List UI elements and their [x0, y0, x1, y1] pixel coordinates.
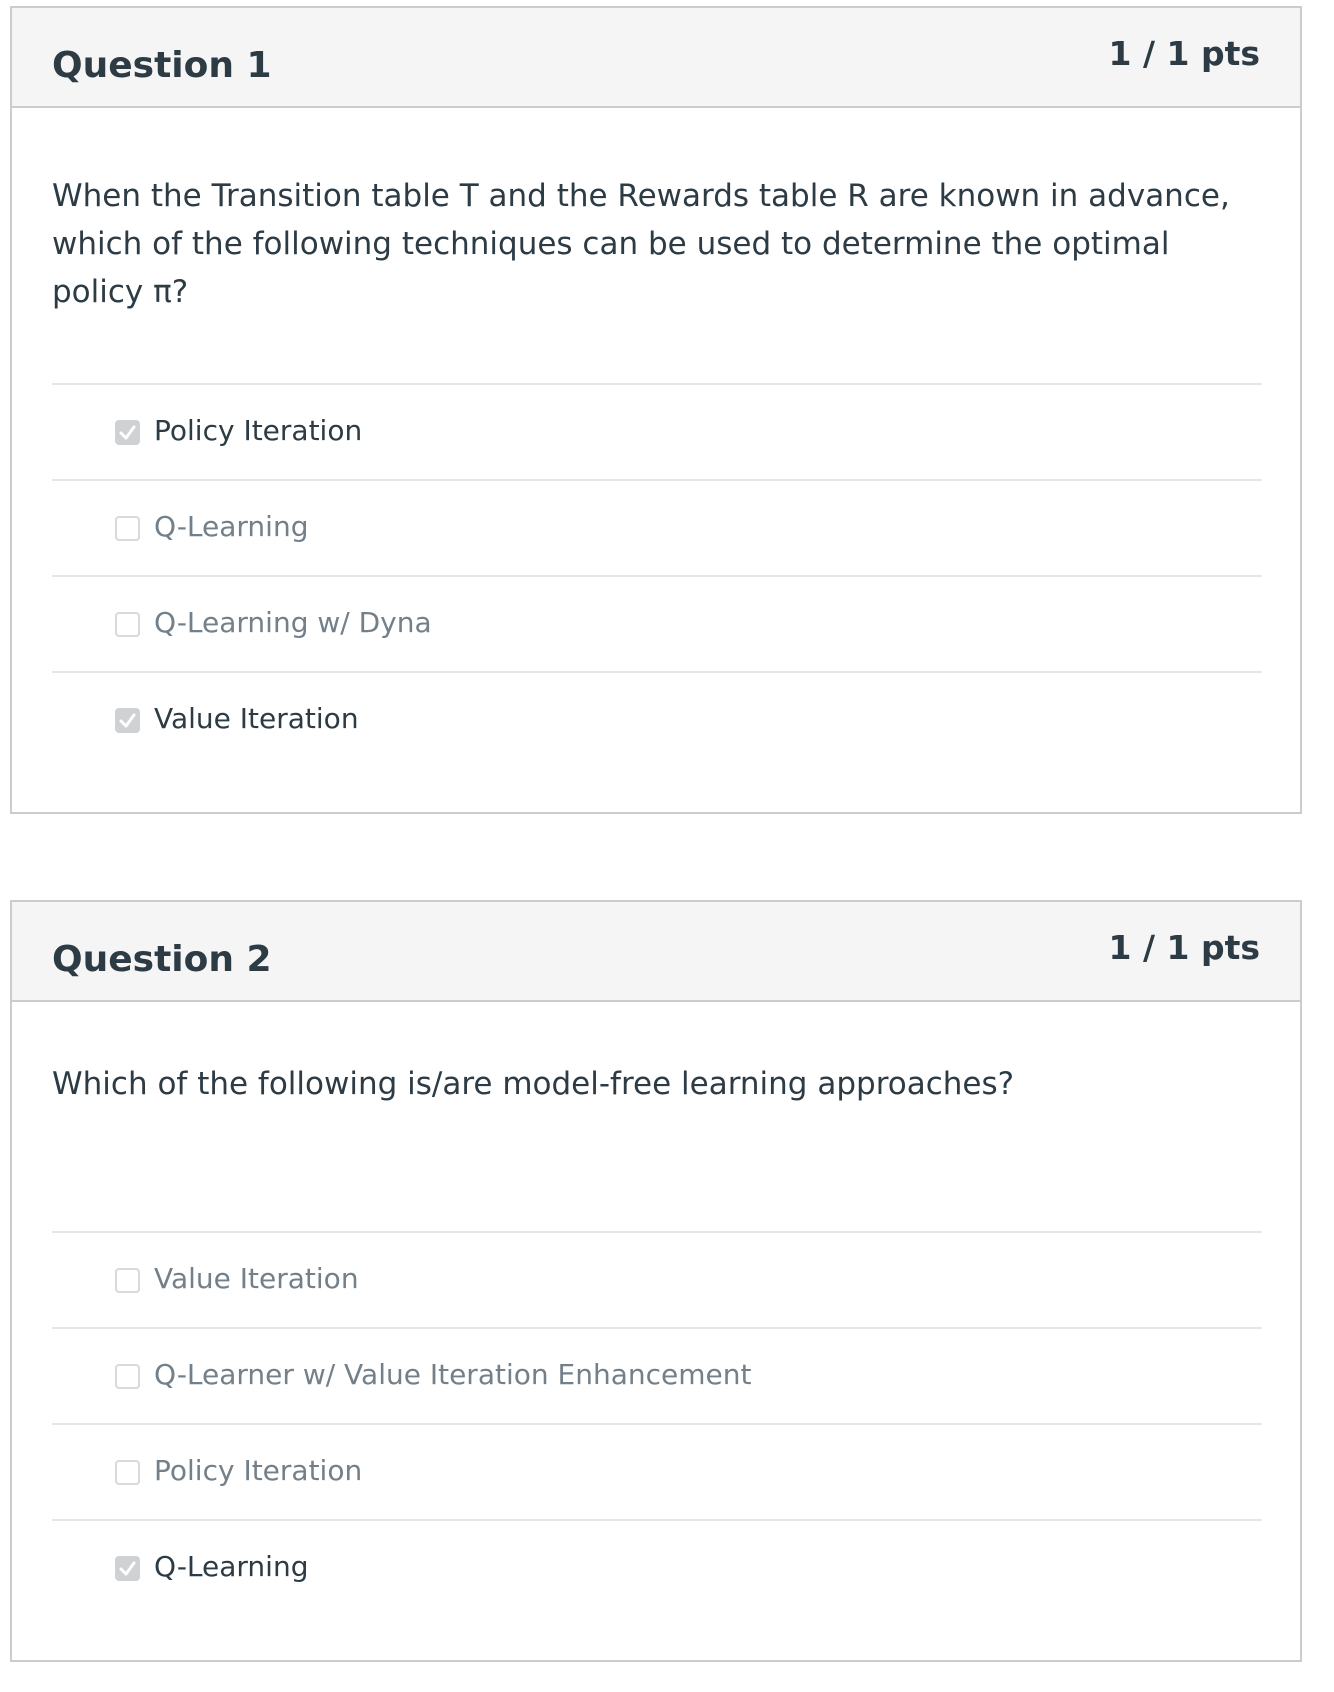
answer-label: Q-Learning w/ Dyna [154, 606, 432, 639]
question-header: Question 2 1 / 1 pts [12, 902, 1300, 1002]
checkmark-icon [119, 713, 136, 728]
answer-option[interactable]: Policy Iteration [52, 1425, 1262, 1521]
question-card-1: Question 1 1 / 1 pts When the Transition… [10, 6, 1302, 814]
checkbox-unchecked[interactable] [115, 1364, 140, 1389]
answer-label: Q-Learning [154, 510, 309, 543]
answer-label: Value Iteration [154, 1262, 359, 1295]
checkmark-icon [119, 1561, 136, 1576]
question-title: Question 2 [52, 939, 272, 980]
checkbox-unchecked[interactable] [115, 612, 140, 637]
question-title: Question 1 [52, 45, 272, 86]
question-points: 1 / 1 pts [1108, 34, 1260, 73]
question-points: 1 / 1 pts [1108, 928, 1260, 967]
answer-label: Q-Learner w/ Value Iteration Enhancement [154, 1358, 752, 1391]
answer-label: Policy Iteration [154, 1454, 363, 1487]
checkmark-icon [119, 425, 136, 440]
answer-list: Policy Iteration Q-Learning Q-Learning w… [52, 383, 1262, 769]
question-header: Question 1 1 / 1 pts [12, 8, 1300, 108]
question-text: When the Transition table T and the Rewa… [52, 178, 1230, 310]
answer-label: Policy Iteration [154, 414, 363, 447]
checkbox-checked[interactable] [115, 708, 140, 733]
checkbox-unchecked[interactable] [115, 1268, 140, 1293]
question-text: Which of the following is/are model-free… [52, 1066, 1015, 1102]
question-card-2: Question 2 1 / 1 pts Which of the follow… [10, 900, 1302, 1662]
answer-label: Value Iteration [154, 702, 359, 735]
checkbox-unchecked[interactable] [115, 516, 140, 541]
answer-option[interactable]: Policy Iteration [52, 385, 1262, 481]
checkbox-checked[interactable] [115, 1556, 140, 1581]
checkbox-unchecked[interactable] [115, 1460, 140, 1485]
answer-option[interactable]: Value Iteration [52, 673, 1262, 769]
answer-option[interactable]: Q-Learning [52, 481, 1262, 577]
answer-option[interactable]: Value Iteration [52, 1233, 1262, 1329]
answer-option[interactable]: Q-Learner w/ Value Iteration Enhancement [52, 1329, 1262, 1425]
answer-list: Value Iteration Q-Learner w/ Value Itera… [52, 1231, 1262, 1617]
checkbox-checked[interactable] [115, 420, 140, 445]
answer-label: Q-Learning [154, 1550, 309, 1583]
answer-option[interactable]: Q-Learning [52, 1521, 1262, 1617]
answer-option[interactable]: Q-Learning w/ Dyna [52, 577, 1262, 673]
